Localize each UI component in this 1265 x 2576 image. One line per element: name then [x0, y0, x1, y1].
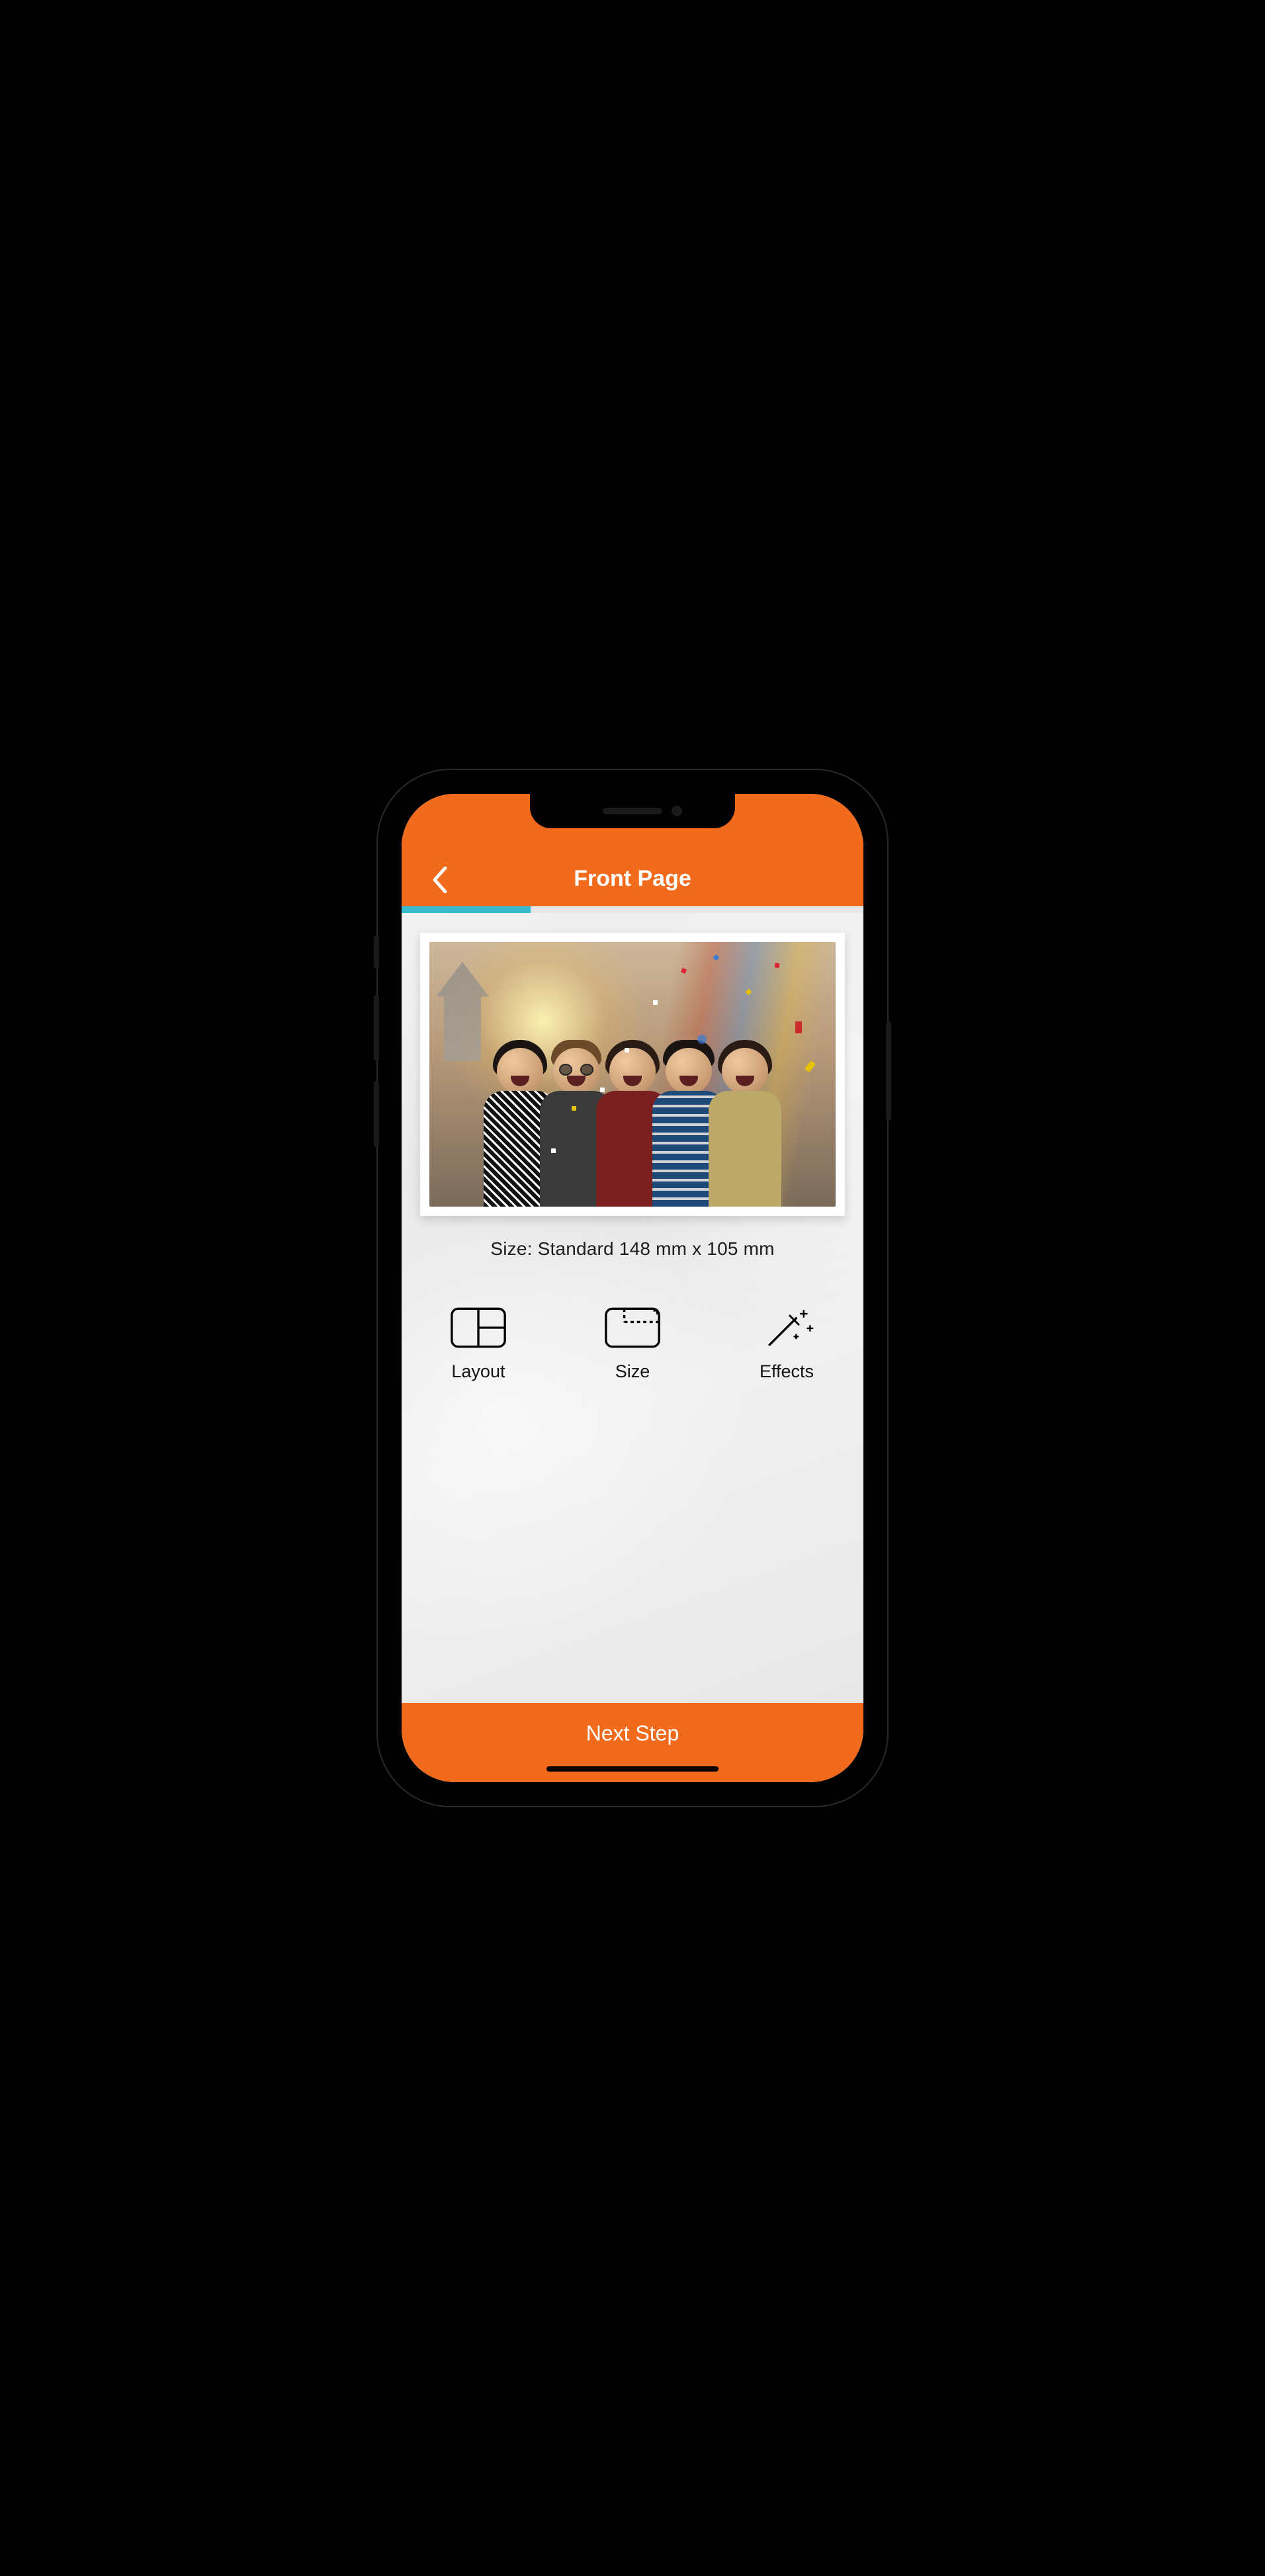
tool-effects[interactable]: Effects — [758, 1306, 815, 1382]
content-area: Size: Standard 148 mm x 105 mm Layout — [402, 913, 863, 1703]
progress-bar — [402, 906, 863, 913]
size-icon — [604, 1306, 661, 1350]
people-group — [429, 942, 836, 1207]
progress-fill — [402, 906, 531, 913]
power-button — [886, 1021, 891, 1121]
next-step-button[interactable]: Next Step — [586, 1721, 679, 1746]
photo-preview — [429, 942, 836, 1207]
size-label: Size: Standard 148 mm x 105 mm — [490, 1238, 774, 1260]
tool-layout[interactable]: Layout — [450, 1306, 507, 1382]
tool-layout-label: Layout — [451, 1361, 505, 1382]
notch — [530, 794, 735, 828]
magic-wand-icon — [758, 1306, 815, 1350]
tool-effects-label: Effects — [760, 1361, 814, 1382]
speaker-grill — [603, 808, 662, 814]
mute-switch — [374, 935, 379, 968]
phone-frame: Front Page — [378, 770, 887, 1806]
tool-size[interactable]: Size — [604, 1306, 661, 1382]
layout-icon — [450, 1306, 507, 1350]
volume-up-button — [374, 995, 379, 1061]
page-title: Front Page — [574, 866, 691, 892]
phone-bezel: Front Page — [392, 785, 873, 1791]
chevron-left-icon — [432, 867, 448, 893]
volume-down-button — [374, 1081, 379, 1147]
photo-card[interactable] — [420, 933, 845, 1216]
back-button[interactable] — [425, 865, 455, 894]
screen: Front Page — [402, 794, 863, 1782]
tool-row: Layout Size — [450, 1306, 815, 1382]
tool-size-label: Size — [615, 1361, 650, 1382]
home-indicator[interactable] — [546, 1766, 719, 1772]
front-camera — [672, 806, 682, 816]
